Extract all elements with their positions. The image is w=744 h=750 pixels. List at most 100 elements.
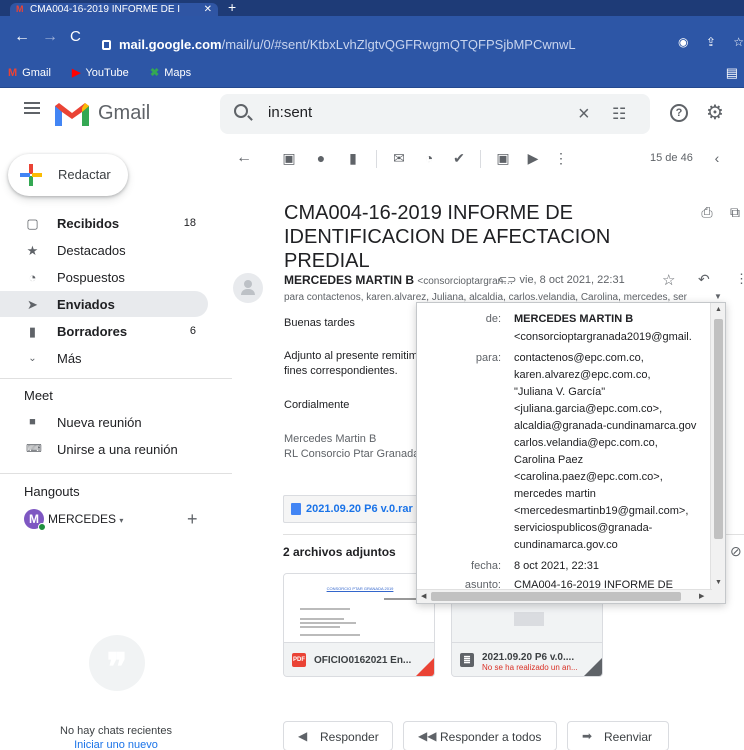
caret-down-icon: ▾ <box>119 516 124 525</box>
gear-icon[interactable]: ⚙ <box>706 100 724 125</box>
eye-icon[interactable]: ◉ <box>678 35 688 49</box>
omnibox-actions: ◉ ⇪ ☆ <box>664 35 744 49</box>
forward-button[interactable]: ➡ Reenviar <box>567 721 669 750</box>
reload-icon[interactable]: C <box>70 25 81 49</box>
help-icon[interactable]: ? <box>670 104 688 122</box>
star-icon[interactable]: ☆ <box>662 271 675 289</box>
scroll-up-icon[interactable]: ▲ <box>715 306 722 313</box>
recipient-line: karen.alvarez@epc.com.co, <box>514 369 651 381</box>
print-icon[interactable]: ⎙ <box>700 205 714 219</box>
chat-bubble-icon: ❞ <box>89 635 145 691</box>
draft-count: 6 <box>189 325 196 337</box>
drive-attachment-chip[interactable]: 2021.09.20 P6 v.0.rar <box>283 495 418 523</box>
compose-button[interactable]: Redactar <box>8 154 128 196</box>
sidebar-item-inbox[interactable]: ▢ Recibidos 18 <box>0 210 208 236</box>
bookmark-gmail[interactable]: M Gmail <box>8 66 51 80</box>
attachment-clip-icon: ⊂⊃ <box>498 274 517 286</box>
clear-search-icon[interactable]: × <box>578 103 590 126</box>
vertical-scrollbar[interactable]: ▲ ▼ <box>710 303 725 603</box>
search-options-icon[interactable]: ☷ <box>612 104 626 124</box>
video-icon: ■ <box>29 416 36 428</box>
new-tab-button[interactable]: + <box>228 0 236 14</box>
bookmark-youtube[interactable]: ▶ YouTube <box>72 66 129 80</box>
reading-list-icon[interactable]: ▤ <box>726 65 738 81</box>
sidebar-item-more[interactable]: ⌄ Más <box>0 345 208 371</box>
body-closing: Cordialmente <box>284 399 350 411</box>
back-to-list-icon[interactable]: ← <box>236 150 252 166</box>
reply-all-icon: ◀◀ <box>418 729 437 743</box>
add-task-icon[interactable]: ✔ <box>452 151 466 165</box>
meet-item-label: Nueva reunión <box>57 415 142 430</box>
delete-icon[interactable]: ▮ <box>346 151 360 165</box>
message-details-popup: de: MERCEDES MARTIN B <consorcioptargran… <box>416 302 726 604</box>
thumbnail-line <box>300 626 340 628</box>
address-bar[interactable]: mail.google.com/mail/u/0/#sent/KtbxLvhZl… <box>102 35 744 55</box>
hangouts-user[interactable]: M MERCEDES ▾ + <box>24 509 214 531</box>
open-new-window-icon[interactable]: ⧉ <box>728 205 742 219</box>
thumbnail-line <box>300 622 356 624</box>
search-input[interactable] <box>268 104 548 121</box>
youtube-icon: ▶ <box>72 67 81 79</box>
sidebar-item-sent[interactable]: ➤ Enviados <box>0 291 208 317</box>
thumbnail-line <box>300 608 350 610</box>
more-vert-icon[interactable]: ⋮ <box>735 271 744 287</box>
url-host: mail.google.com <box>119 37 222 52</box>
sidebar-item-drafts[interactable]: ▮ Borradores 6 <box>0 318 208 344</box>
toolbar-separator <box>376 150 377 168</box>
bookmark-star-icon[interactable]: ☆ <box>733 35 744 49</box>
search-icon[interactable] <box>234 104 248 118</box>
horizontal-scroll-thumb[interactable] <box>431 592 681 601</box>
snooze-icon[interactable]: ◔ <box>422 151 436 165</box>
close-tab-icon[interactable]: ✕ <box>204 3 212 16</box>
add-chat-icon[interactable]: + <box>187 509 198 530</box>
forward-arrow-icon[interactable]: → <box>42 25 58 49</box>
reply-icon[interactable]: ↶ <box>698 271 710 288</box>
chevron-down-icon: ⌄ <box>28 353 37 364</box>
compose-label: Redactar <box>58 167 111 182</box>
sidebar-item-label: Recibidos <box>57 216 120 231</box>
archive-icon[interactable]: ▣ <box>282 151 296 165</box>
keyboard-icon: ⌨ <box>26 443 42 455</box>
more-vert-icon[interactable]: ⋮ <box>554 151 568 165</box>
from-name: MERCEDES MARTIN B <box>514 313 634 325</box>
sender-name[interactable]: MERCEDES MARTIN B <box>284 273 414 287</box>
sidebar-item-snoozed[interactable]: ◔ Pospuestos <box>0 264 208 290</box>
horizontal-scrollbar[interactable]: ◀ ▶ <box>417 589 712 603</box>
join-meeting-item[interactable]: ⌨ Unirse a una reunión <box>0 436 208 462</box>
mark-unread-icon[interactable]: ✉ <box>392 151 406 165</box>
attachment-scan-status: No se ha realizado un an... <box>482 663 578 672</box>
main-menu-icon[interactable] <box>24 102 40 114</box>
add-to-drive-icon[interactable]: ⊘ <box>730 543 742 560</box>
online-status-icon <box>38 523 46 531</box>
bookmark-maps[interactable]: ✖ Maps <box>150 66 191 80</box>
new-meeting-item[interactable]: ■ Nueva reunión <box>0 409 208 435</box>
sidebar-item-label: Borradores <box>57 324 128 339</box>
gmail-logo-icon <box>55 103 89 126</box>
sidebar-item-label: Más <box>57 351 82 366</box>
report-spam-icon[interactable]: ● <box>314 151 328 165</box>
file-icon <box>291 503 301 515</box>
url-path: /mail/u/0/#sent/KtbxLvhZlgtvQGFRwgmQTQFP… <box>221 37 576 52</box>
reply-button[interactable]: ◀ Responder <box>283 721 393 750</box>
scroll-down-icon[interactable]: ▼ <box>715 579 722 586</box>
attachment-card[interactable]: CONSORCIO PTAR GRANADA 2019 PDF OFICIO01… <box>283 573 435 677</box>
browser-toolbar: ← → C mail.google.com/mail/u/0/#sent/Ktb… <box>0 16 744 60</box>
sidebar-item-starred[interactable]: ★ Destacados <box>0 237 208 263</box>
forward-label: Reenviar <box>604 730 653 744</box>
show-details-icon[interactable]: ▼ <box>714 292 722 301</box>
share-icon[interactable]: ⇪ <box>706 35 716 49</box>
message-date: ⊂⊃ vie, 8 oct 2021, 22:31 <box>498 273 625 286</box>
label-icon[interactable]: ▶ <box>526 151 540 165</box>
scroll-right-icon[interactable]: ▶ <box>699 592 704 600</box>
browser-tab[interactable]: M CMA004-16-2019 INFORME DE I ✕ <box>10 3 218 16</box>
reply-all-button[interactable]: ◀◀ Responder a todos <box>403 721 557 750</box>
scroll-left-icon[interactable]: ◀ <box>421 592 426 600</box>
gmail-icon: M <box>8 67 18 79</box>
newer-icon[interactable]: ‹ <box>710 151 724 165</box>
start-chat-link[interactable]: Iniciar uno nuevo <box>0 739 232 750</box>
back-arrow-icon[interactable]: ← <box>14 25 30 49</box>
bookmark-label: Maps <box>164 67 192 79</box>
attachment-footer: PDF OFICIO0162021 En... <box>284 642 434 676</box>
vertical-scroll-thumb[interactable] <box>714 319 723 539</box>
move-to-icon[interactable]: ▣ <box>496 151 510 165</box>
